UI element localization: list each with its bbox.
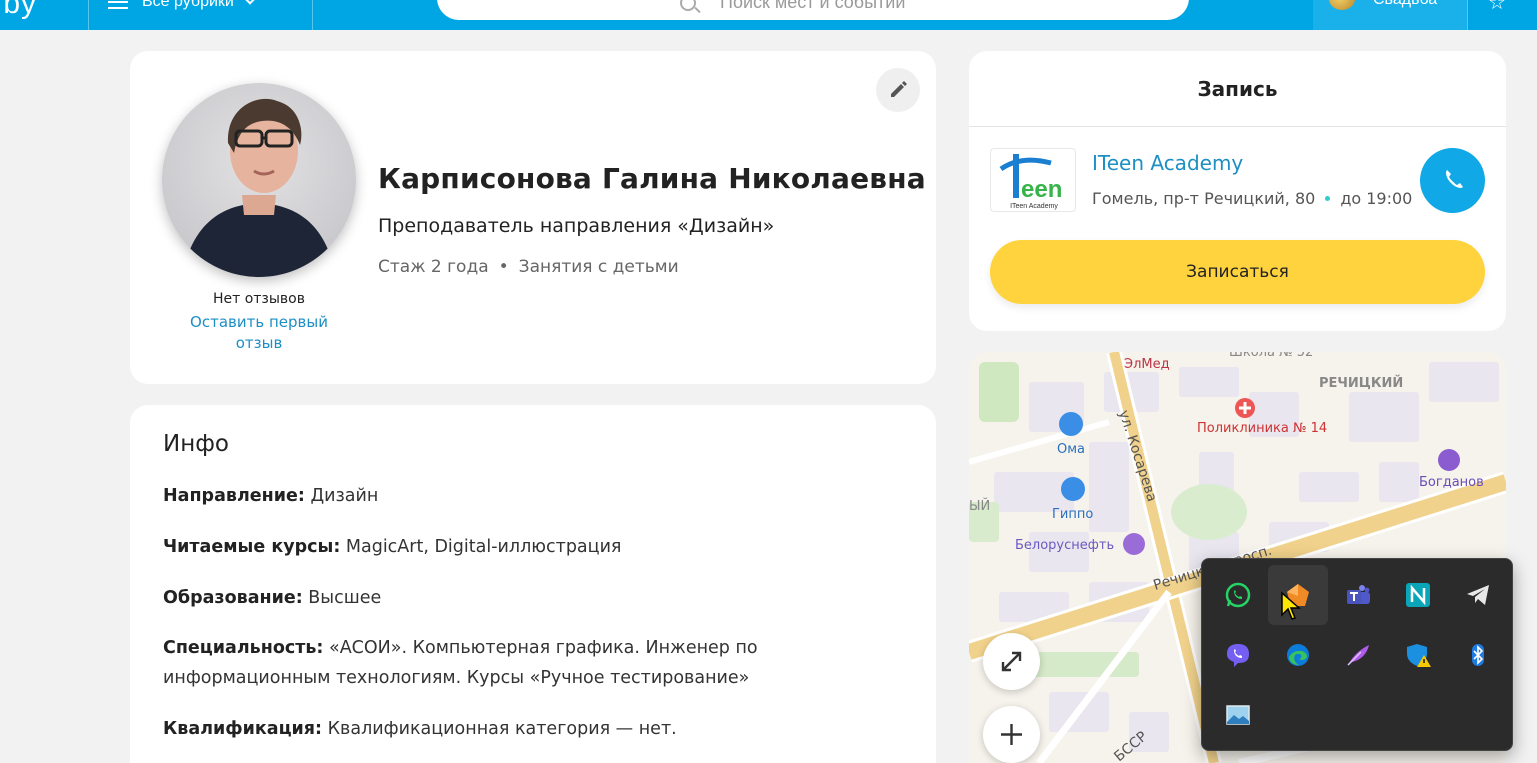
edit-button[interactable] bbox=[876, 68, 920, 112]
info-row-value: MagicArt, Digital-иллюстрация bbox=[340, 537, 622, 557]
divider bbox=[312, 0, 313, 30]
bluetooth-icon bbox=[1472, 644, 1484, 666]
svg-text:een: een bbox=[1021, 176, 1062, 203]
chevron-down-icon bbox=[244, 0, 256, 5]
telegram-icon bbox=[1467, 585, 1489, 605]
viber-icon bbox=[1227, 644, 1249, 667]
profile-role: Преподаватель направления «Дизайн» bbox=[378, 215, 775, 237]
orange-app-tray-item[interactable] bbox=[1268, 565, 1328, 625]
org-address: Гомель, пр-т Речицкий, 80 до 19:00 bbox=[1092, 189, 1412, 208]
teams-tray-item[interactable] bbox=[1328, 565, 1388, 625]
status-dot bbox=[1325, 196, 1331, 201]
svg-text:Поликлиника № 14: Поликлиника № 14 bbox=[1197, 421, 1327, 436]
bluetooth-tray-item[interactable] bbox=[1448, 625, 1508, 685]
divider bbox=[1467, 0, 1468, 30]
svg-text:Белоруснефть: Белоруснефть bbox=[1015, 538, 1114, 553]
info-row: Специальность: «АСОИ». Компьютерная граф… bbox=[163, 633, 783, 693]
info-row-label: Специальность: bbox=[163, 638, 324, 658]
divider bbox=[88, 0, 89, 30]
profile-meta: Стаж 2 года • Занятия с детьми bbox=[378, 257, 679, 277]
reviews-count: Нет отзывов bbox=[212, 291, 306, 307]
notion-icon bbox=[1406, 583, 1430, 607]
defender-tray-item[interactable] bbox=[1388, 625, 1448, 685]
org-name-link[interactable]: ITeen Academy bbox=[1092, 151, 1243, 175]
info-row: Читаемые курсы: MagicArt, Digital-иллюст… bbox=[163, 532, 783, 562]
separator-dot: • bbox=[498, 257, 509, 277]
info-row-label: Образование: bbox=[163, 588, 303, 608]
image-icon bbox=[1226, 705, 1250, 725]
info-row-label: Направление: bbox=[163, 486, 305, 506]
zoom-in-button[interactable] bbox=[983, 706, 1040, 763]
viber-tray-item[interactable] bbox=[1208, 625, 1268, 685]
opening-hours: до 19:00 bbox=[1340, 189, 1413, 208]
plus-icon bbox=[1001, 724, 1022, 745]
kids-classes: Занятия с детьми bbox=[518, 257, 679, 277]
org-logo[interactable]: een ITeen Academy bbox=[990, 148, 1076, 212]
system-tray-overflow bbox=[1201, 558, 1513, 751]
address-text: Гомель, пр-т Речицкий, 80 bbox=[1092, 189, 1316, 208]
edge-tray-item[interactable] bbox=[1268, 625, 1328, 685]
info-row-value: Дизайн bbox=[304, 486, 379, 506]
profile-name: Карписонова Галина Николаевна bbox=[378, 162, 926, 195]
pencil-icon bbox=[891, 81, 907, 97]
rubrics-label: Все рубрики bbox=[142, 0, 234, 10]
site-logo[interactable]: .by bbox=[0, 0, 37, 21]
feather-icon bbox=[1347, 645, 1369, 666]
notion-tray-item[interactable] bbox=[1388, 565, 1448, 625]
svg-text:ЫЙ: ЫЙ bbox=[969, 498, 990, 514]
info-row: Образование: Высшее bbox=[163, 583, 783, 613]
info-row-value: Квалификационная категория — нет. bbox=[322, 719, 677, 739]
whatsapp-tray-item[interactable] bbox=[1208, 565, 1268, 625]
cursor-icon bbox=[1281, 591, 1301, 620]
menu-icon bbox=[108, 0, 128, 9]
experience: Стаж 2 года bbox=[378, 257, 489, 277]
top-bar: .by Все рубрики Свадьба ☆ bbox=[0, 0, 1537, 30]
info-row: Направление: Дизайн bbox=[163, 481, 783, 511]
wedding-button[interactable]: Свадьба bbox=[1313, 0, 1467, 30]
svg-text:Ома: Ома bbox=[1057, 442, 1085, 457]
defender-warning-icon bbox=[1407, 644, 1431, 667]
search-icon bbox=[680, 0, 696, 11]
feather-tray-item[interactable] bbox=[1328, 625, 1388, 685]
telegram-tray-item[interactable] bbox=[1448, 565, 1508, 625]
svg-text:ЭлМед: ЭлМед bbox=[1124, 357, 1170, 372]
call-button[interactable] bbox=[1420, 148, 1485, 213]
bookmark-star-icon[interactable]: ☆ bbox=[1488, 0, 1506, 14]
rings-icon bbox=[1329, 0, 1355, 10]
svg-text:ITeen Academy: ITeen Academy bbox=[1010, 203, 1058, 210]
divider bbox=[969, 126, 1506, 127]
avatar bbox=[162, 83, 356, 277]
teams-icon bbox=[1347, 585, 1370, 604]
info-card: Инфо Направление: Дизайн Читаемые курсы:… bbox=[130, 405, 936, 763]
info-row-label: Читаемые курсы: bbox=[163, 537, 341, 557]
wedding-label: Свадьба bbox=[1373, 0, 1437, 9]
search-input[interactable] bbox=[720, 0, 1140, 14]
booking-card: Запись een ITeen Academy ITeen Academy Г… bbox=[969, 51, 1506, 331]
phone-icon bbox=[1446, 170, 1463, 188]
svg-text:Гиппо: Гиппо bbox=[1052, 507, 1093, 522]
svg-text:РЕЧИЦКИЙ: РЕЧИЦКИЙ bbox=[1319, 375, 1403, 391]
info-row: Квалификация: Квалификационная категория… bbox=[163, 714, 783, 744]
info-title: Инфо bbox=[163, 431, 229, 457]
info-row-value: Высшее bbox=[302, 588, 382, 608]
leave-review-link[interactable]: Оставить первый отзыв bbox=[170, 312, 348, 354]
fullscreen-button[interactable] bbox=[983, 633, 1040, 690]
svg-text:Богданов: Богданов bbox=[1419, 475, 1484, 490]
booking-title: Запись bbox=[1197, 77, 1278, 101]
info-row-label: Квалификация: bbox=[163, 719, 323, 739]
whatsapp-icon bbox=[1225, 582, 1251, 608]
search-box[interactable] bbox=[437, 0, 1189, 20]
svg-text:Школа № 52: Школа № 52 bbox=[1229, 352, 1313, 360]
edge-icon bbox=[1287, 644, 1309, 666]
book-button[interactable]: Записаться bbox=[990, 240, 1485, 304]
profile-card: Нет отзывов Оставить первый отзыв Карпис… bbox=[130, 51, 936, 384]
image-tray-item[interactable] bbox=[1208, 685, 1268, 745]
expand-icon bbox=[1001, 651, 1022, 672]
rubrics-menu-button[interactable]: Все рубрики bbox=[108, 0, 256, 13]
